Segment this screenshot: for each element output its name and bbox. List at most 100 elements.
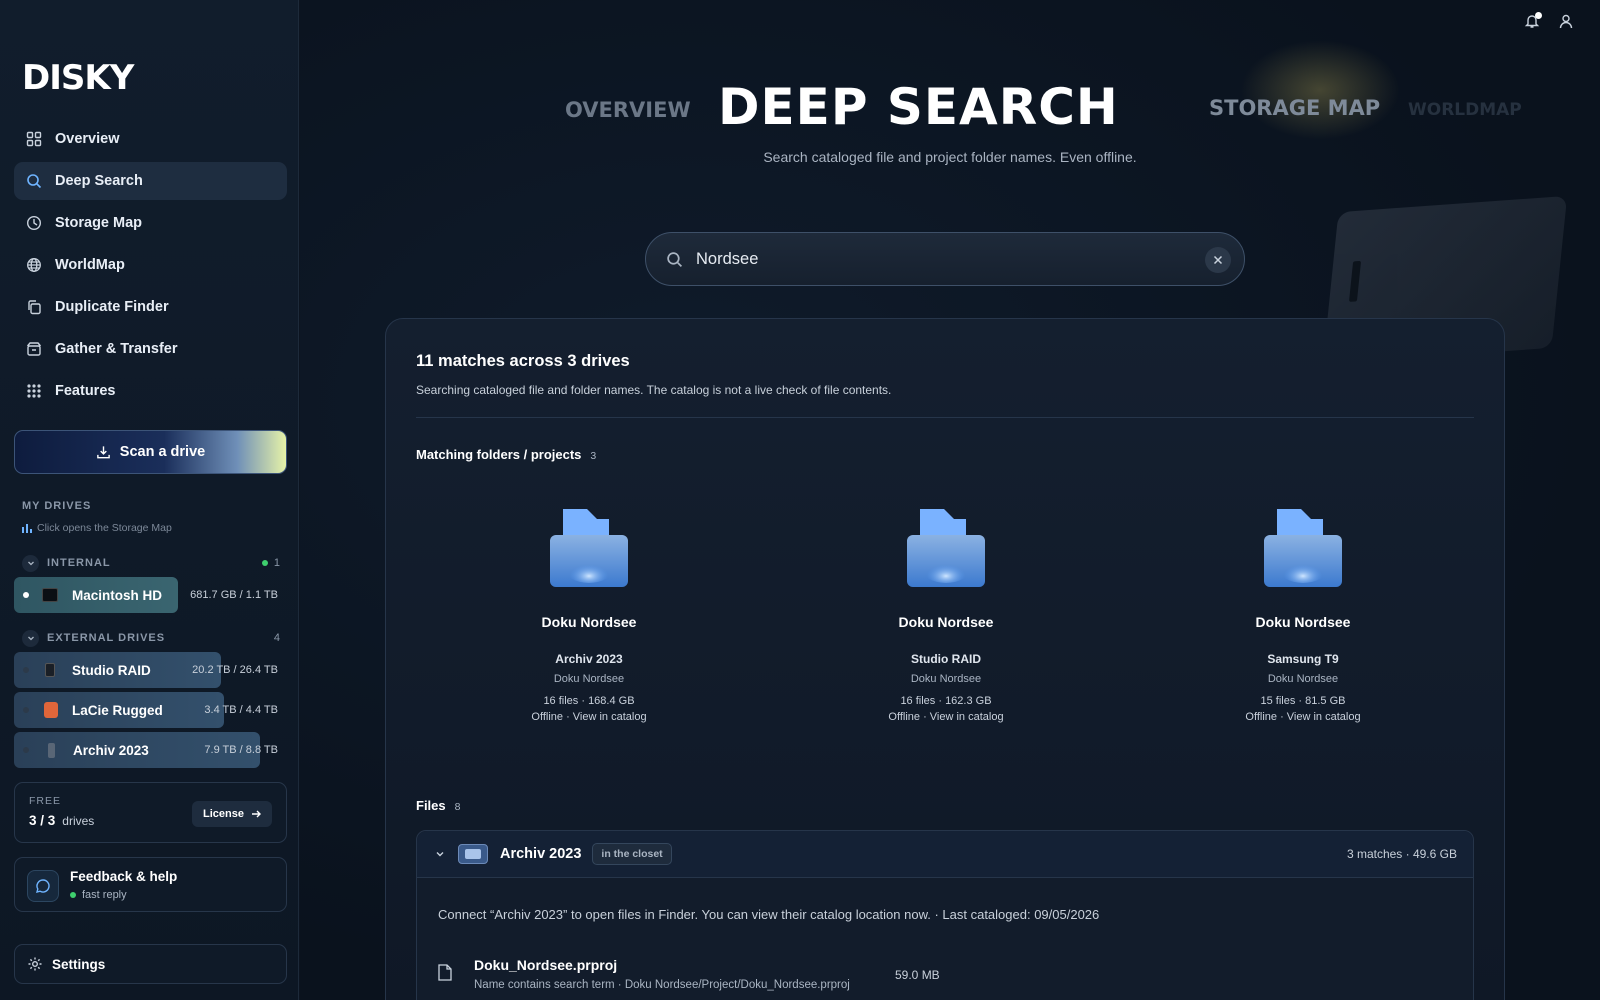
drive-macintosh-hd[interactable]: Macintosh HD 681.7 GB / 1.1 TB: [14, 577, 287, 613]
notifications-button[interactable]: [1524, 12, 1542, 34]
file-size: 59.0 MB: [895, 968, 940, 982]
results-title: 11 matches across 3 drives: [416, 352, 630, 370]
search-bar[interactable]: Nordsee: [645, 232, 1245, 286]
folder-drive: Samsung T9: [1267, 652, 1339, 666]
chat-icon: [27, 870, 59, 902]
main-content: OVERVIEW DEEP SEARCH STORAGE MAP WORLDMA…: [300, 0, 1600, 1000]
sidebar-item-storage-map[interactable]: Storage Map: [14, 204, 287, 242]
laptop-icon: [42, 588, 58, 602]
results-panel: 11 matches across 3 drives Searching cat…: [385, 318, 1505, 1000]
scan-drive-button[interactable]: Scan a drive: [14, 430, 287, 474]
search-input[interactable]: Nordsee: [696, 250, 758, 269]
folder-path: Doku Nordsee: [1267, 673, 1339, 685]
globe-icon: [27, 258, 41, 272]
tab-worldmap[interactable]: WORLDMAP: [1408, 100, 1522, 120]
drive-name: Archiv 2023: [73, 742, 149, 758]
file-path: Name contains search term · Doku Nordsee…: [474, 979, 850, 991]
copy-icon: [28, 300, 41, 315]
license-label: License: [203, 808, 244, 820]
folder-path: Doku Nordsee: [910, 673, 982, 685]
folder-status[interactable]: Offline · View in catalog: [1173, 711, 1433, 723]
plan-usage-unit: drives: [62, 814, 95, 828]
raid-icon: [45, 663, 55, 677]
folder-name: Doku Nordsee: [541, 614, 637, 630]
settings-button[interactable]: Settings: [14, 944, 287, 984]
plan-usage-value: 3 / 3: [29, 813, 56, 828]
drive-size: 3.4 TB / 4.4 TB: [204, 704, 278, 716]
gear-icon: [28, 957, 42, 971]
tab-storage-map[interactable]: STORAGE MAP: [1209, 96, 1380, 120]
bar-chart-icon: [22, 524, 32, 533]
scan-drive-label: Scan a drive: [119, 444, 206, 460]
sidebar-item-label: Storage Map: [55, 215, 143, 231]
tab-deep-search[interactable]: DEEP SEARCH: [718, 78, 1119, 136]
drive-archiv-2023[interactable]: Archiv 2023 7.9 TB / 8.8 TB: [14, 732, 287, 768]
box-icon: [26, 342, 42, 356]
file-group-summary: 3 matches · 49.6 GB: [1346, 847, 1457, 861]
notification-dot: [1535, 12, 1542, 19]
drive-size: 681.7 GB / 1.1 TB: [190, 589, 278, 601]
folder-status[interactable]: Offline · View in catalog: [816, 711, 1076, 723]
online-dot: [70, 892, 76, 898]
sidebar-item-label: WorldMap: [55, 257, 125, 273]
sidebar-item-worldmap[interactable]: WorldMap: [14, 246, 287, 284]
drive-status-dot: [23, 747, 29, 753]
chevron-down-icon[interactable]: [435, 849, 445, 859]
license-button[interactable]: License: [192, 801, 272, 827]
internal-group-header[interactable]: INTERNAL 1: [22, 553, 280, 573]
folder-card[interactable]: Doku Nordsee Archiv 2023 Doku Nordsee 16…: [459, 507, 719, 723]
internal-group-label: INTERNAL: [47, 557, 111, 569]
folder-name: Doku Nordsee: [898, 614, 994, 630]
folder-card[interactable]: Doku Nordsee Studio RAID Doku Nordsee 16…: [816, 507, 1076, 723]
external-group-header[interactable]: EXTERNAL DRIVES 4: [22, 628, 280, 648]
my-drives-heading: MY DRIVES: [22, 500, 92, 512]
sidebar-item-duplicate-finder[interactable]: Duplicate Finder: [14, 288, 287, 326]
drive-size: 20.2 TB / 26.4 TB: [192, 664, 278, 676]
location-tag: in the closet: [592, 843, 672, 865]
sidebar-item-label: Duplicate Finder: [55, 299, 169, 315]
file-row[interactable]: Doku_Nordsee.prproj Name contains search…: [438, 955, 1438, 999]
sidebar-item-overview[interactable]: Overview: [14, 120, 287, 158]
feedback-button[interactable]: Feedback & help fast reply: [14, 857, 287, 912]
app-logo[interactable]: DISKY: [22, 58, 134, 98]
folder-meta: 16 files · 162.3 GB: [900, 695, 992, 707]
external-group-label: EXTERNAL DRIVES: [47, 632, 166, 644]
file-name: Doku_Nordsee.prproj: [474, 957, 618, 973]
settings-label: Settings: [52, 956, 106, 972]
sidebar-item-features[interactable]: Features: [14, 372, 287, 410]
drive-status-dot: [23, 667, 29, 673]
folder-drive: Studio RAID: [911, 652, 981, 666]
chevron-down-icon[interactable]: [22, 629, 39, 647]
drive-studio-raid[interactable]: Studio RAID 20.2 TB / 26.4 TB: [14, 652, 287, 688]
files-count: 8: [454, 801, 461, 813]
folder-drive: Archiv 2023: [555, 652, 623, 666]
folder-card[interactable]: Doku Nordsee Samsung T9 Doku Nordsee 15 …: [1173, 507, 1433, 723]
file-icon: [438, 964, 452, 981]
sidebar-item-label: Overview: [55, 131, 120, 147]
portable-drive-icon: [48, 742, 55, 758]
sidebar-item-gather-transfer[interactable]: Gather & Transfer: [14, 330, 287, 368]
tab-overview[interactable]: OVERVIEW: [565, 98, 691, 122]
sidebar-item-label: Features: [55, 383, 116, 399]
close-icon: [1213, 255, 1223, 265]
feedback-title: Feedback & help: [70, 869, 178, 884]
files-heading: Files 8: [416, 798, 460, 813]
top-bar: [1524, 12, 1574, 34]
page-subtitle: Search cataloged file and project folder…: [763, 149, 1137, 165]
feedback-status-text: fast reply: [82, 889, 127, 901]
file-group-header[interactable]: Archiv 2023 in the closet 3 matches · 49…: [417, 831, 1473, 878]
folder-status[interactable]: Offline · View in catalog: [459, 711, 719, 723]
feedback-status: fast reply: [70, 889, 127, 901]
drive-status-dot: [23, 592, 29, 598]
chevron-down-icon[interactable]: [22, 554, 39, 572]
file-group: Archiv 2023 in the closet 3 matches · 49…: [416, 830, 1474, 1000]
folder-icon: [907, 509, 985, 587]
hint-text: Click opens the Storage Map: [37, 522, 172, 534]
connect-note: Connect “Archiv 2023” to open files in F…: [438, 907, 1100, 922]
clear-search-button[interactable]: [1205, 247, 1231, 273]
plan-card: FREE 3 / 3 drives License: [14, 782, 287, 843]
drive-lacie-rugged[interactable]: LaCie Rugged 3.4 TB / 4.4 TB: [14, 692, 287, 728]
folder-icon: [550, 509, 628, 587]
sidebar-item-deep-search[interactable]: Deep Search: [14, 162, 287, 200]
user-icon[interactable]: [1558, 13, 1574, 29]
